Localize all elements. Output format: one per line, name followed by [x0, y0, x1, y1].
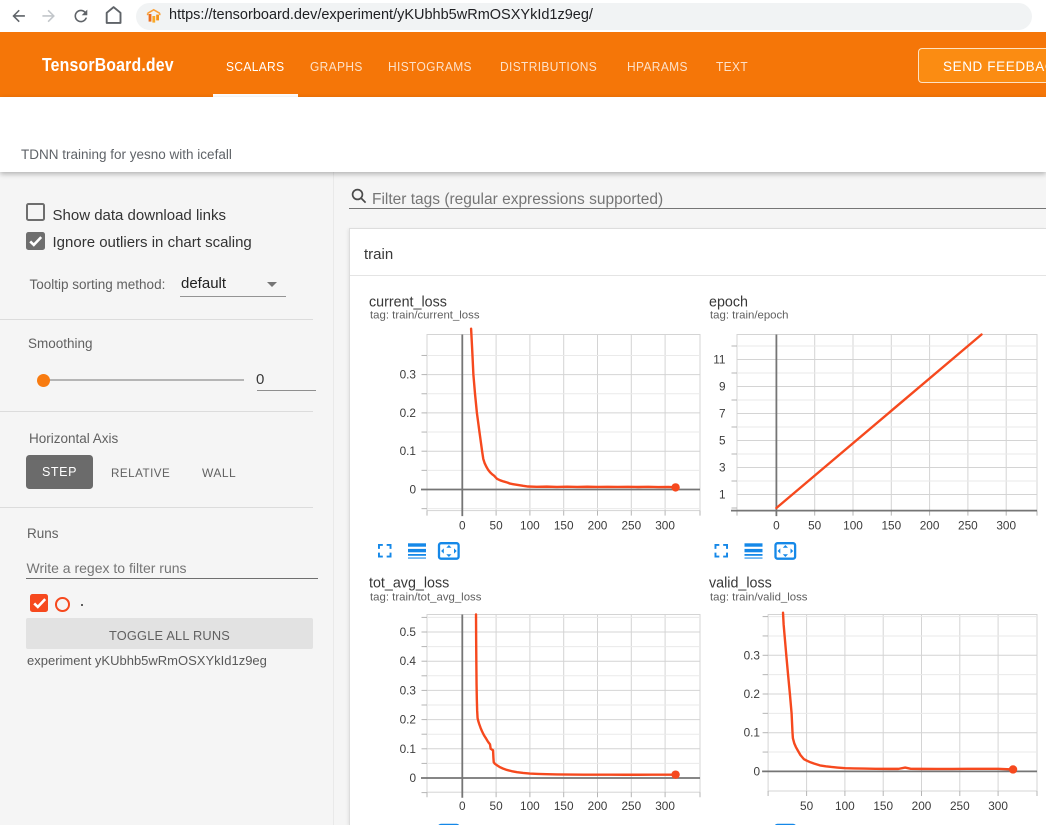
svg-text:0: 0	[753, 764, 760, 778]
svg-text:0.2: 0.2	[400, 713, 416, 727]
svg-text:100: 100	[520, 519, 540, 533]
svg-text:50: 50	[800, 799, 814, 813]
svg-text:0: 0	[409, 771, 416, 785]
svg-text:50: 50	[490, 519, 504, 533]
svg-text:5: 5	[719, 434, 726, 448]
svg-text:tag: train/epoch: tag: train/epoch	[710, 310, 789, 322]
svg-text:0.1: 0.1	[400, 742, 416, 756]
svg-text:300: 300	[655, 519, 675, 533]
svg-text:200: 200	[588, 799, 608, 813]
svg-text:200: 200	[920, 519, 940, 533]
svg-text:150: 150	[554, 799, 574, 813]
svg-text:100: 100	[843, 519, 863, 533]
svg-text:50: 50	[490, 799, 504, 813]
svg-text:9: 9	[719, 380, 726, 394]
svg-text:0.2: 0.2	[744, 687, 760, 701]
svg-text:0: 0	[409, 483, 416, 497]
svg-text:150: 150	[554, 519, 574, 533]
svg-text:50: 50	[808, 519, 822, 533]
svg-text:100: 100	[520, 799, 540, 813]
svg-text:0.3: 0.3	[400, 683, 417, 697]
svg-text:0.3: 0.3	[400, 368, 417, 382]
svg-text:250: 250	[621, 519, 641, 533]
svg-text:11: 11	[713, 353, 725, 367]
svg-text:150: 150	[873, 799, 893, 813]
svg-text:0.4: 0.4	[400, 654, 417, 668]
svg-text:250: 250	[621, 799, 641, 813]
svg-text:tot_avg_loss: tot_avg_loss	[369, 576, 449, 592]
svg-text:7: 7	[719, 407, 726, 421]
svg-text:300: 300	[655, 799, 675, 813]
svg-text:0: 0	[459, 799, 466, 813]
svg-text:0.2: 0.2	[400, 406, 416, 420]
svg-text:0.5: 0.5	[400, 625, 417, 639]
svg-text:tag: train/current_loss: tag: train/current_loss	[370, 310, 480, 322]
svg-text:valid_loss: valid_loss	[709, 576, 772, 592]
svg-text:current_loss: current_loss	[369, 295, 447, 311]
svg-text:1: 1	[719, 488, 726, 502]
svg-text:0.1: 0.1	[400, 444, 416, 458]
svg-text:0: 0	[773, 519, 780, 533]
svg-text:250: 250	[950, 799, 970, 813]
svg-text:3: 3	[719, 461, 726, 475]
svg-text:tag: train/tot_avg_loss: tag: train/tot_avg_loss	[370, 592, 482, 604]
svg-text:100: 100	[835, 799, 855, 813]
svg-text:300: 300	[988, 799, 1008, 813]
svg-text:150: 150	[881, 519, 901, 533]
svg-text:0: 0	[459, 519, 466, 533]
svg-text:tag: train/valid_loss: tag: train/valid_loss	[710, 592, 808, 604]
svg-text:epoch: epoch	[709, 295, 748, 311]
svg-text:0.3: 0.3	[744, 648, 761, 662]
svg-text:250: 250	[958, 519, 978, 533]
svg-text:200: 200	[912, 799, 932, 813]
svg-text:200: 200	[588, 519, 608, 533]
svg-text:0.1: 0.1	[744, 726, 760, 740]
svg-text:300: 300	[996, 519, 1016, 533]
